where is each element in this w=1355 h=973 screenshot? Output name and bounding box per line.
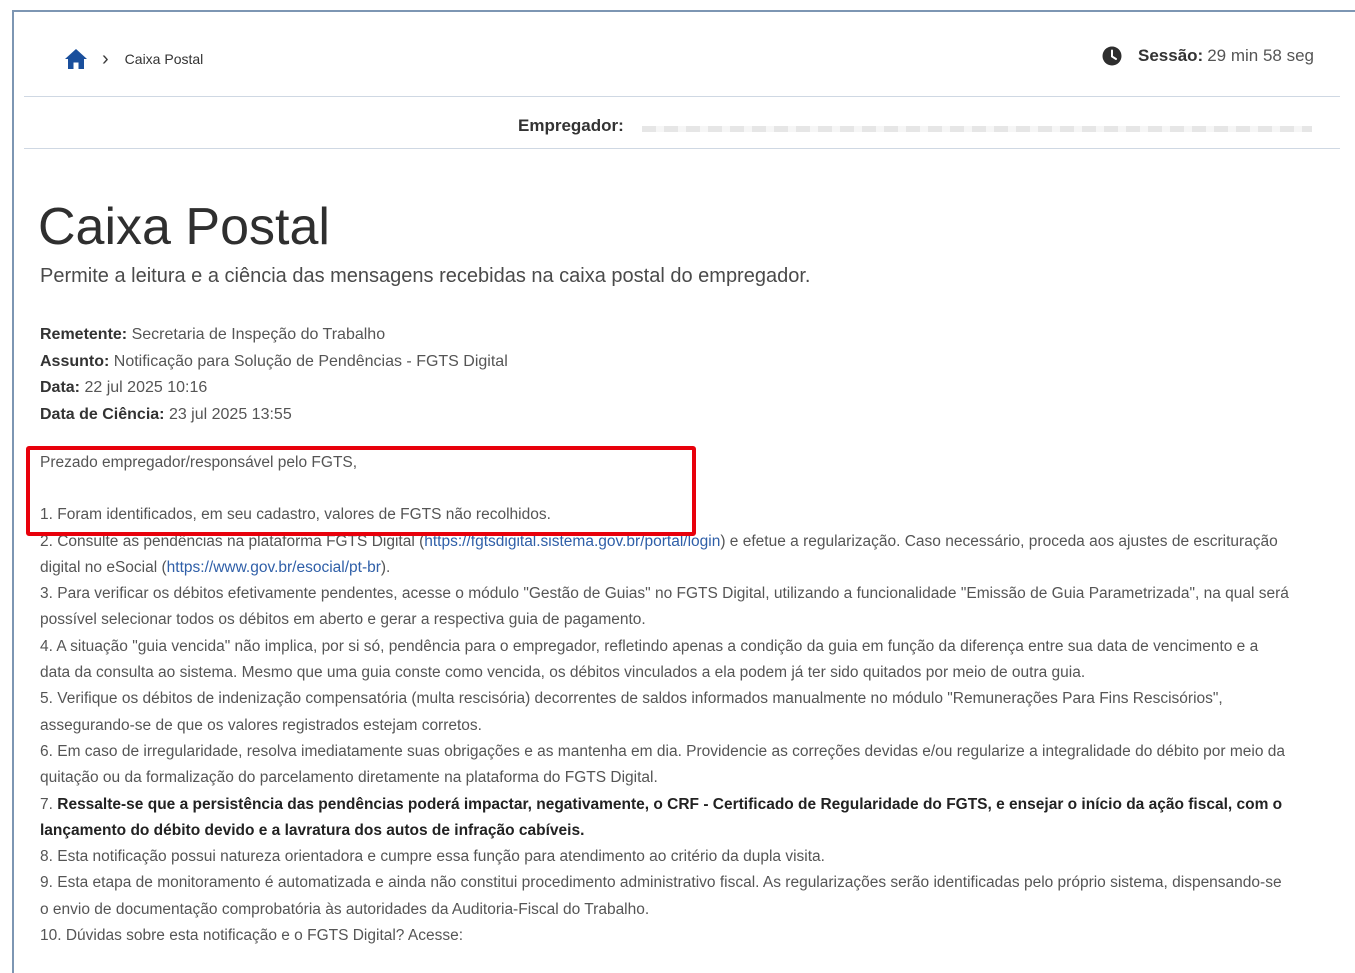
item-7: 7. Ressalte-se que a persistência das pe… bbox=[40, 795, 1283, 839]
item-8: 8. Esta notificação possui natureza orie… bbox=[40, 848, 825, 866]
item-9: 9. Esta etapa de monitoramento é automat… bbox=[40, 874, 1282, 918]
message-metadata: Remetente: Secretaria de Inspeção do Tra… bbox=[40, 322, 508, 428]
clock-icon bbox=[1102, 46, 1122, 66]
esocial-link[interactable]: https://www.gov.br/esocial/pt-br bbox=[167, 559, 381, 576]
highlight-annotation bbox=[26, 446, 696, 536]
employer-label: Empregador: bbox=[518, 116, 624, 135]
chevron-right-icon: › bbox=[102, 48, 109, 70]
employer-bar: Empregador: bbox=[24, 96, 1340, 149]
item-2: 2. Consulte as pendências na plataforma … bbox=[40, 532, 1278, 576]
top-bar: › Caixa Postal Sessão: 29 min 58 seg bbox=[24, 38, 1340, 97]
home-icon[interactable] bbox=[64, 48, 88, 70]
breadcrumb-current: Caixa Postal bbox=[124, 51, 204, 67]
page-title: Caixa Postal bbox=[38, 197, 330, 256]
session-label: Sessão: bbox=[1138, 46, 1204, 65]
sender-row: Remetente: Secretaria de Inspeção do Tra… bbox=[40, 326, 386, 343]
item-6: 6. Em caso de irregularidade, resolva im… bbox=[40, 742, 1286, 787]
session-timer: Sessão: 29 min 58 seg bbox=[1102, 46, 1314, 66]
session-value: 29 min 58 seg bbox=[1207, 46, 1314, 65]
date-row: Data: 22 jul 2025 10:16 bbox=[40, 379, 208, 396]
item-5: 5. Verifique os débitos de indenização c… bbox=[40, 690, 1223, 734]
employer-name-redacted bbox=[642, 126, 1312, 132]
item-3: 3. Para verificar os débitos efetivament… bbox=[40, 585, 1289, 629]
item-4: 4. A situação "guia vencida" não implica… bbox=[40, 637, 1259, 682]
breadcrumb: › Caixa Postal bbox=[64, 48, 203, 70]
subject-row: Assunto: Notificação para Solução de Pen… bbox=[40, 352, 508, 370]
page-description: Permite a leitura e a ciência das mensag… bbox=[40, 265, 811, 287]
item-10: 10. Dúvidas sobre esta notificação e o F… bbox=[40, 927, 464, 945]
ack-date-row: Data de Ciência: 23 jul 2025 13:55 bbox=[40, 405, 292, 423]
